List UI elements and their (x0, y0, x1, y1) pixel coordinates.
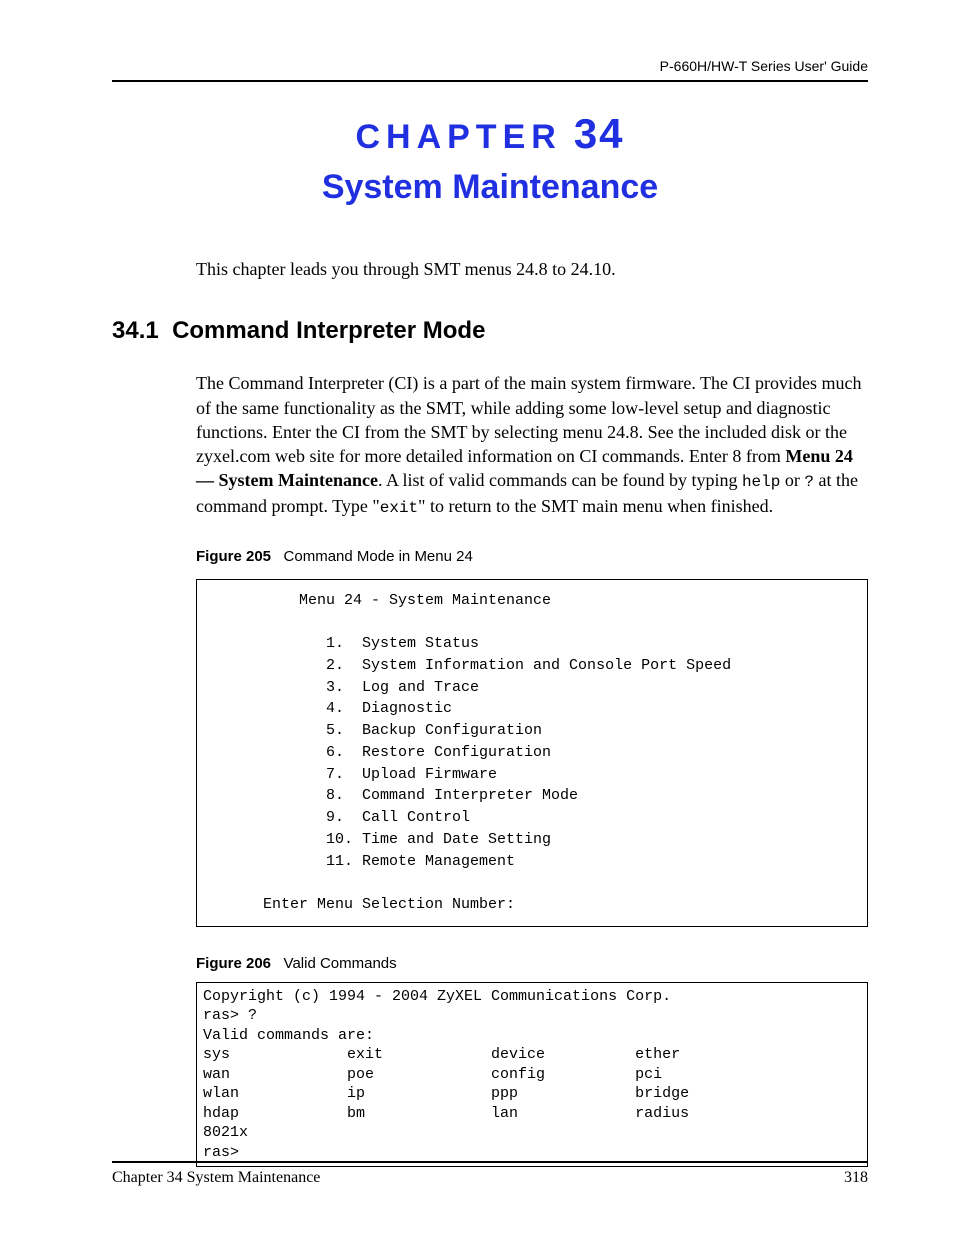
figure-206-label: Figure 206 (196, 955, 271, 972)
footer-rule (112, 1161, 868, 1163)
figure-206-text: Valid Commands (284, 955, 397, 972)
footer-page-number: 318 (844, 1169, 868, 1187)
page-footer: Chapter 34 System Maintenance 318 (112, 1161, 868, 1187)
header-guide-title: P-660H/HW-T Series User' Guide (112, 58, 868, 74)
section-number: 34.1 (112, 317, 159, 344)
chapter-label: CHAPTER (355, 118, 561, 157)
figure-206-caption: Figure 206 Valid Commands (196, 955, 868, 972)
section-heading: 34.1 Command Interpreter Mode (112, 317, 868, 345)
figure-206-box: Copyright (c) 1994 - 2004 ZyXEL Communic… (196, 982, 868, 1168)
chapter-number: 34 (574, 110, 625, 157)
chapter-title: System Maintenance (112, 168, 868, 207)
figure-205-box: Menu 24 - System Maintenance 1. System S… (196, 579, 868, 927)
header-rule (112, 80, 868, 82)
figure-205-text: Command Mode in Menu 24 (284, 548, 473, 565)
footer-chapter: Chapter 34 System Maintenance (112, 1169, 320, 1187)
document-page: P-660H/HW-T Series User' Guide CHAPTER 3… (0, 0, 954, 1235)
chapter-heading: CHAPTER 34 System Maintenance (112, 110, 868, 207)
figure-205-label: Figure 205 (196, 548, 271, 565)
figure-205-caption: Figure 205 Command Mode in Menu 24 (196, 548, 868, 565)
chapter-intro: This chapter leads you through SMT menus… (196, 257, 868, 281)
section-title: Command Interpreter Mode (172, 317, 485, 344)
section-body: The Command Interpreter (CI) is a part o… (196, 371, 868, 519)
